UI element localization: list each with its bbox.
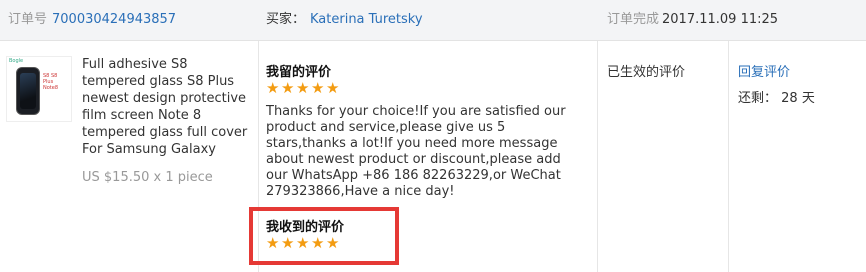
remaining-time: 还剩： 28 天 (738, 87, 815, 106)
order-number-label: 订单号 (8, 12, 48, 27)
thumbnail-caption: S8 S8 Plus Note8 (43, 73, 59, 91)
order-number-link[interactable]: 700030424943857 (52, 12, 176, 28)
my-review-stars: ★ ★ ★ ★ ★ (266, 79, 340, 97)
my-review-text: Thanks for your choice!If you are satisf… (266, 104, 566, 199)
review-status: 已生效的评价 (607, 65, 686, 80)
remaining-value: 28 天 (781, 91, 815, 106)
column-divider (728, 41, 729, 272)
star-icon: ★ (266, 234, 280, 252)
product-price: US $15.50 x 1 piece (82, 170, 213, 185)
order-complete-time: 2017.11.09 11:25 (662, 12, 779, 27)
star-icon: ★ (311, 79, 325, 97)
product-title-link[interactable]: Full adhesive S8 tempered glass S8 Plus … (82, 56, 252, 158)
star-icon: ★ (281, 79, 295, 97)
reply-review-link[interactable]: 回复评价 (738, 61, 790, 80)
phone-image (16, 67, 40, 115)
star-icon: ★ (296, 79, 310, 97)
thumbnail-brand-text: Bogle (9, 58, 24, 64)
column-divider (597, 41, 598, 272)
my-review-title: 我留的评价 (266, 65, 332, 80)
star-icon: ★ (326, 234, 340, 252)
received-review-title: 我收到的评价 (266, 220, 345, 235)
buyer-name-link[interactable]: Katerina Turetsky (310, 12, 423, 28)
star-icon: ★ (296, 234, 310, 252)
received-review-stars: ★ ★ ★ ★ ★ (266, 234, 340, 252)
star-icon: ★ (266, 79, 280, 97)
order-complete-label: 订单完成 (607, 12, 660, 27)
star-icon: ★ (281, 234, 295, 252)
order-header: 订单号 700030424943857 买家： Katerina Turetsk… (0, 0, 866, 41)
star-icon: ★ (311, 234, 325, 252)
product-thumbnail[interactable]: Bogle S8 S8 Plus Note8 (6, 56, 72, 122)
star-icon: ★ (326, 79, 340, 97)
remaining-label: 还剩： (738, 91, 778, 106)
buyer-label: 买家： (266, 12, 306, 27)
